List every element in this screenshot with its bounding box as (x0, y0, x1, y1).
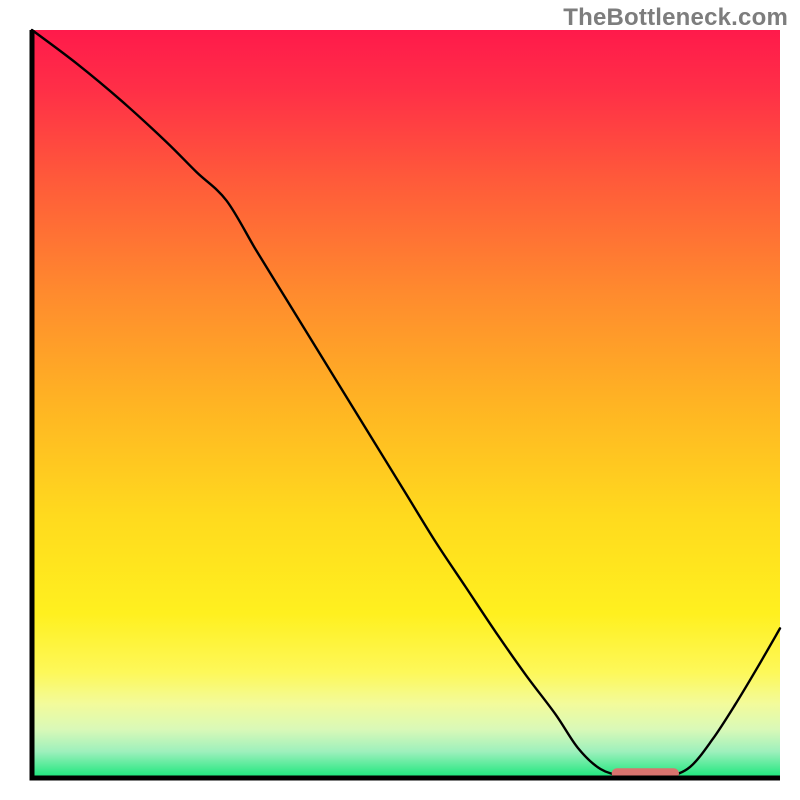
bottleneck-chart (0, 0, 800, 800)
plot-background (32, 30, 780, 778)
chart-stage: TheBottleneck.com (0, 0, 800, 800)
